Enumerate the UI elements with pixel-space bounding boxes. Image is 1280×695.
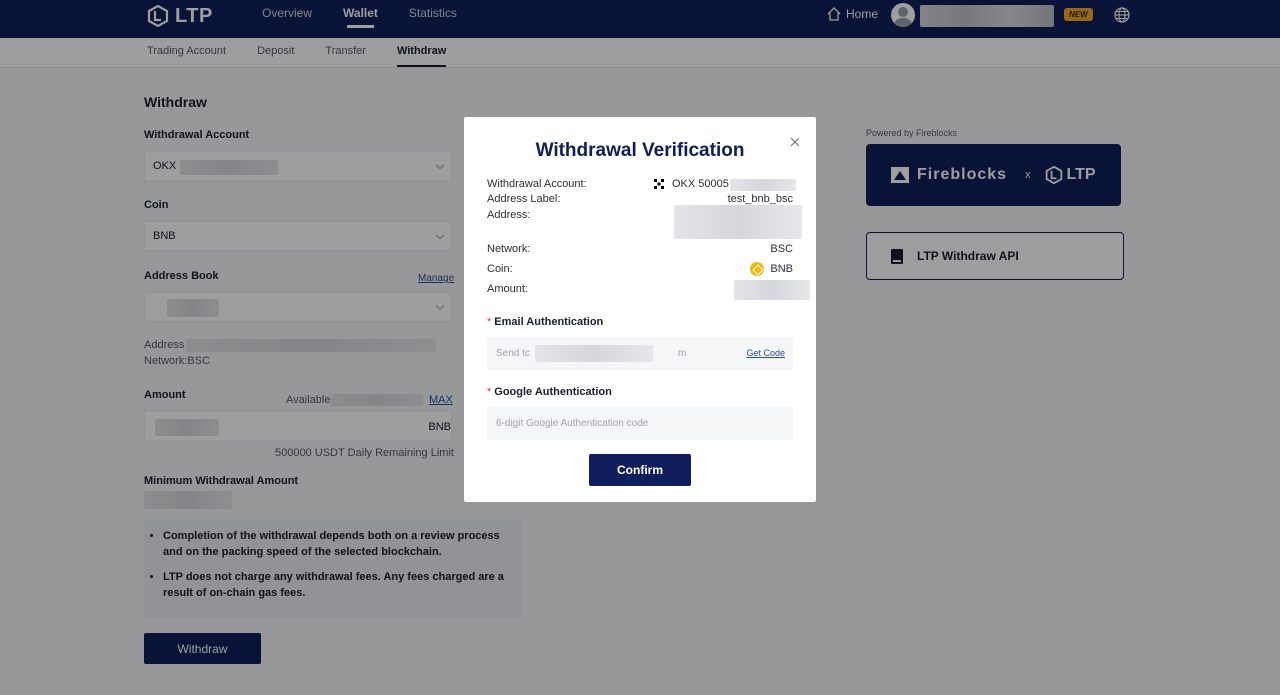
- modal-account-label: Withdrawal Account:: [487, 178, 587, 190]
- modal-network-label: Network:: [487, 243, 531, 255]
- modal-coin-value: BNB: [750, 262, 793, 276]
- required-star: *: [487, 386, 492, 398]
- bnb-coin-icon: [750, 262, 765, 276]
- close-icon[interactable]: [789, 136, 801, 148]
- withdrawal-verification-modal: Withdrawal Verification Withdrawal Accou…: [464, 117, 816, 502]
- google-placeholder: 6-digit Google Authentication code: [496, 418, 649, 429]
- email-auth-label: * Email Authentication: [487, 316, 603, 328]
- modal-coin-label: Coin:: [487, 263, 513, 275]
- google-code-input[interactable]: 6-digit Google Authentication code: [487, 407, 793, 440]
- modal-address-redacted: [674, 205, 802, 239]
- modal-address-label-label: Address Label:: [487, 193, 561, 205]
- email-redacted: [535, 345, 653, 362]
- account-number-redacted: [730, 179, 796, 191]
- email-code-input[interactable]: Send tc m Get Code: [487, 337, 793, 370]
- confirm-button[interactable]: Confirm: [589, 454, 691, 486]
- modal-amount-label: Amount:: [487, 283, 528, 295]
- modal-address-label: Address:: [487, 209, 531, 221]
- okx-icon: [654, 179, 664, 190]
- get-code-link[interactable]: Get Code: [746, 348, 785, 358]
- email-placeholder-end: m: [678, 348, 687, 359]
- modal-account-number: OKX 50005: [672, 178, 729, 190]
- modal-coin-text: BNB: [770, 262, 793, 275]
- google-auth-label: * Google Authentication: [487, 386, 612, 398]
- modal-network-value: BSC: [770, 243, 793, 255]
- google-auth-text: Google Authentication: [494, 386, 612, 398]
- email-placeholder-start: Send tc: [496, 348, 530, 359]
- modal-address-label-value: test_bnb_bsc: [727, 193, 793, 205]
- email-auth-text: Email Authentication: [494, 316, 604, 328]
- required-star: *: [487, 316, 492, 328]
- modal-account-value: OKX 50005: [654, 178, 729, 190]
- modal-title: Withdrawal Verification: [535, 140, 745, 161]
- modal-amount-redacted: [734, 280, 810, 300]
